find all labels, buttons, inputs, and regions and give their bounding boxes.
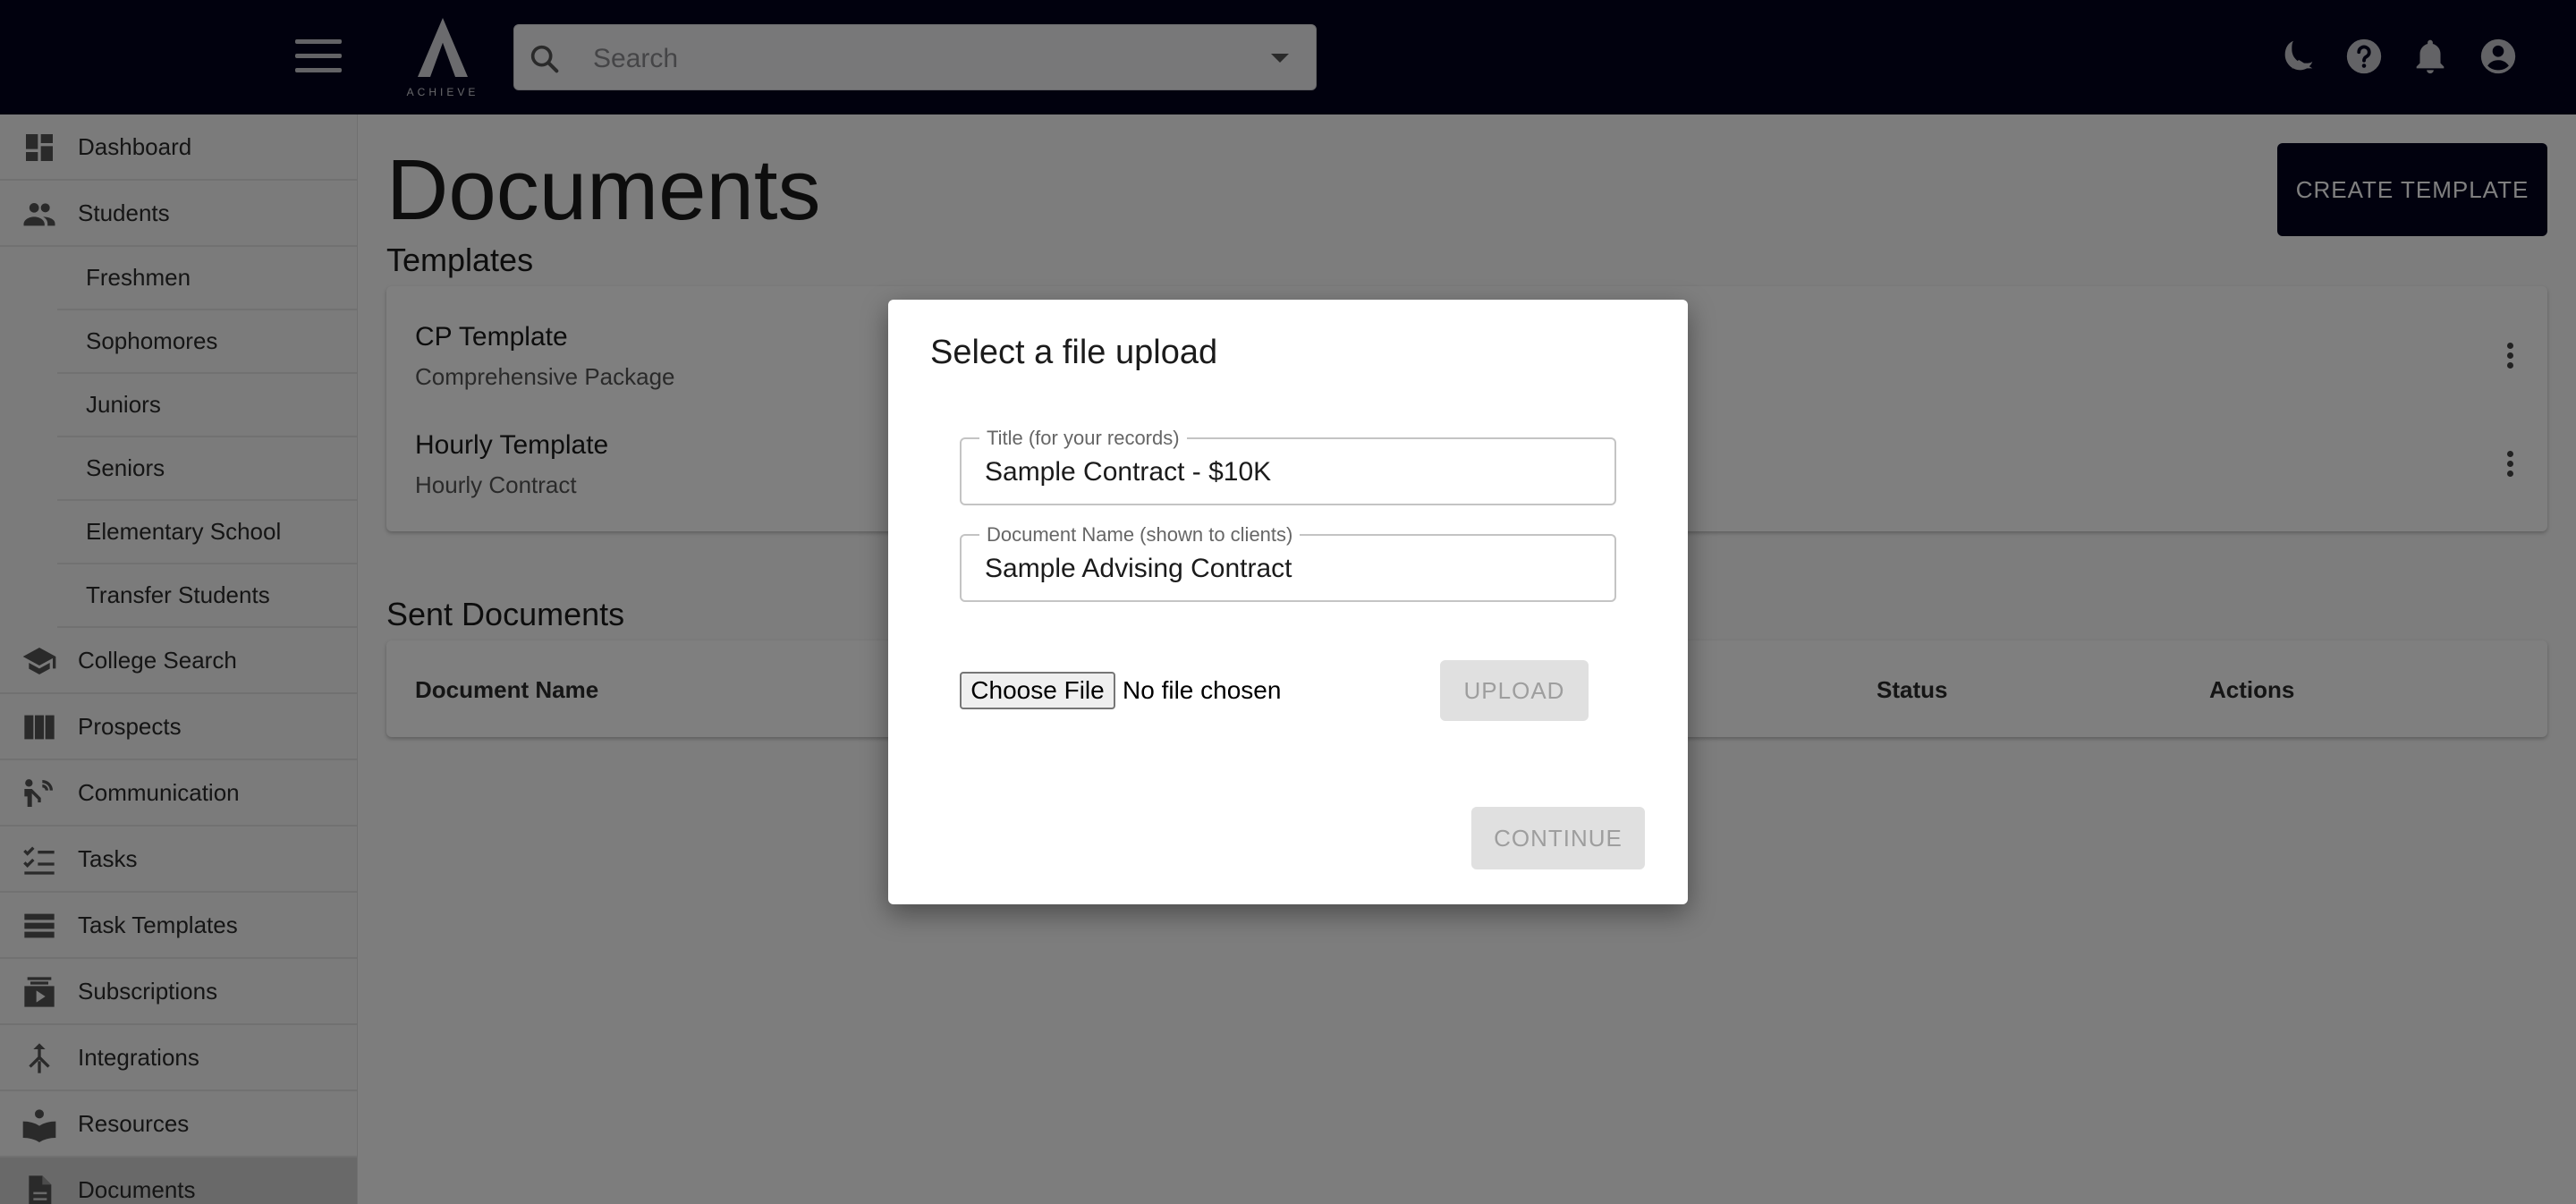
choose-file-button[interactable]: Choose File [960, 672, 1115, 709]
document-name-field[interactable]: Document Name (shown to clients) [960, 523, 1616, 602]
upload-button[interactable]: UPLOAD [1440, 660, 1589, 721]
continue-button[interactable]: CONTINUE [1471, 807, 1645, 869]
title-input[interactable] [985, 457, 1593, 488]
no-file-chosen-text: No file chosen [1123, 676, 1282, 704]
title-field-label: Title (for your records) [979, 427, 1187, 450]
dialog-title: Select a file upload [930, 334, 1218, 371]
file-upload-dialog: Select a file upload Title (for your rec… [888, 300, 1688, 904]
document-name-field-label: Document Name (shown to clients) [979, 523, 1301, 547]
title-field[interactable]: Title (for your records) [960, 427, 1616, 505]
document-name-input[interactable] [985, 554, 1593, 584]
